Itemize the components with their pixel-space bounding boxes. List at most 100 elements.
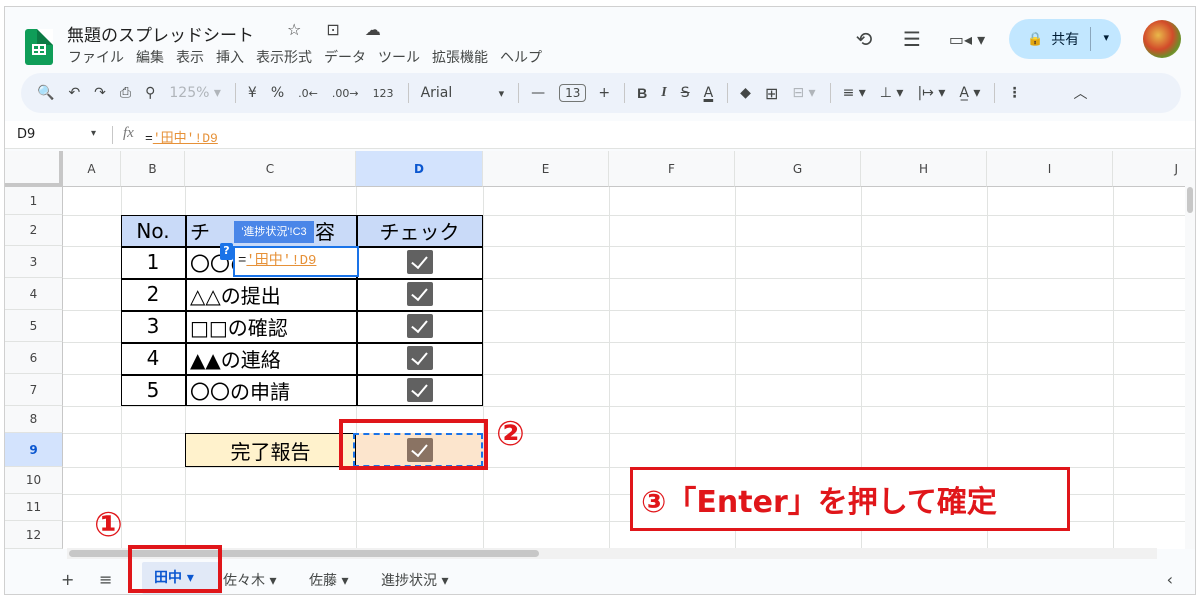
formula-help-icon[interactable]: ? bbox=[220, 243, 233, 260]
avatar[interactable] bbox=[1143, 20, 1181, 58]
cell-c7[interactable]: 〇〇の申請 bbox=[185, 374, 356, 406]
cell-b6[interactable]: 4 bbox=[121, 342, 185, 374]
italic-button[interactable]: I bbox=[661, 85, 666, 101]
row-header-4[interactable]: 4 bbox=[5, 278, 63, 310]
menu-file[interactable]: ファイル bbox=[67, 47, 125, 67]
font-dropdown-icon[interactable]: ▾ bbox=[499, 87, 505, 100]
row-header-7[interactable]: 7 bbox=[5, 374, 63, 406]
title-actions-icons[interactable]: ☆ ⊡ ☁ bbox=[287, 20, 391, 39]
scroll-tabs-icon[interactable]: ‹ bbox=[1167, 570, 1173, 589]
menu-extensions[interactable]: 拡張機能 bbox=[431, 47, 489, 67]
row-header-5[interactable]: 5 bbox=[5, 310, 63, 342]
menu-insert[interactable]: 挿入 bbox=[215, 47, 245, 67]
add-sheet-button[interactable]: + bbox=[61, 570, 74, 589]
row-header-6[interactable]: 6 bbox=[5, 342, 63, 374]
menu-tools[interactable]: ツール bbox=[377, 47, 421, 67]
zoom-select[interactable]: 125% ▾ bbox=[169, 85, 221, 101]
decrease-decimal-icon[interactable]: .0← bbox=[298, 87, 318, 100]
cell-d5[interactable] bbox=[356, 310, 483, 342]
column-header-c[interactable]: C bbox=[185, 151, 356, 187]
vertical-scrollbar[interactable] bbox=[1185, 151, 1195, 549]
cell-b4[interactable]: 2 bbox=[121, 278, 185, 310]
column-header-e[interactable]: E bbox=[483, 151, 609, 187]
strikethrough-button[interactable]: S bbox=[681, 85, 690, 101]
history-icon[interactable]: ⟲ bbox=[851, 27, 877, 51]
font-size-input[interactable]: 13 bbox=[559, 84, 587, 102]
fill-color-icon[interactable]: ◆ bbox=[740, 85, 751, 101]
redo-icon[interactable]: ↷ bbox=[94, 85, 106, 101]
cell-d2[interactable]: チェック bbox=[356, 215, 483, 246]
number-format-button[interactable]: 123 bbox=[373, 87, 394, 100]
paint-format-icon[interactable]: ⚲ bbox=[145, 85, 155, 101]
name-box[interactable]: D9 bbox=[17, 127, 35, 142]
cell-b3[interactable]: 1 bbox=[121, 246, 185, 278]
borders-icon[interactable]: ⊞ bbox=[765, 84, 778, 103]
search-icon[interactable]: 🔍 bbox=[37, 85, 54, 101]
checkbox-checked-icon[interactable] bbox=[406, 282, 433, 306]
print-icon[interactable]: ⎙ bbox=[120, 85, 131, 101]
checkbox-checked-icon[interactable] bbox=[406, 378, 433, 402]
font-size-decrease-button[interactable]: — bbox=[531, 85, 545, 101]
font-size-increase-button[interactable]: + bbox=[598, 85, 610, 101]
row-header-3[interactable]: 3 bbox=[5, 246, 63, 278]
sheet-tab-sasaki[interactable]: 佐々木 ▾ bbox=[223, 570, 276, 590]
text-wrap-icon[interactable]: |↦ ▾ bbox=[917, 85, 945, 101]
cell-editor-input[interactable]: ='田中'!D9 bbox=[233, 246, 359, 277]
undo-icon[interactable]: ↶ bbox=[68, 85, 80, 101]
scroll-thumb[interactable] bbox=[1187, 187, 1193, 213]
menu-format[interactable]: 表示形式 bbox=[255, 47, 313, 67]
horizontal-scrollbar[interactable] bbox=[67, 548, 1157, 559]
sheet-tab-progress[interactable]: 進捗状況 ▾ bbox=[381, 570, 448, 590]
cell-d6[interactable] bbox=[356, 342, 483, 374]
row-header-2[interactable]: 2 bbox=[5, 215, 63, 246]
bold-button[interactable]: B bbox=[637, 85, 647, 101]
menu-edit[interactable]: 編集 bbox=[135, 47, 165, 67]
share-button[interactable]: 🔒 共有 ▾ bbox=[1009, 19, 1121, 59]
vertical-align-icon[interactable]: ⊥ ▾ bbox=[880, 85, 904, 101]
checkbox-checked-icon[interactable] bbox=[406, 314, 433, 338]
menu-view[interactable]: 表示 bbox=[175, 47, 205, 67]
name-box-dropdown-icon[interactable]: ▾ bbox=[91, 128, 96, 139]
text-rotation-icon[interactable]: A̲ ▾ bbox=[959, 85, 980, 101]
row-header-12[interactable]: 12 bbox=[5, 521, 63, 549]
currency-icon[interactable]: ¥ bbox=[248, 85, 257, 101]
cell-b7[interactable]: 5 bbox=[121, 374, 185, 406]
sheets-logo[interactable] bbox=[25, 29, 53, 65]
all-sheets-icon[interactable]: ≡ bbox=[99, 570, 112, 589]
column-header-d[interactable]: D bbox=[356, 151, 483, 187]
meet-icon[interactable]: ▭◂ ▾ bbox=[947, 30, 987, 49]
row-header-8[interactable]: 8 bbox=[5, 406, 63, 433]
checkbox-checked-icon[interactable] bbox=[406, 250, 433, 274]
cell-d3[interactable] bbox=[356, 246, 483, 278]
column-header-h[interactable]: H bbox=[861, 151, 987, 187]
formula-input[interactable]: ='田中'!D9 bbox=[145, 127, 218, 146]
column-header-a[interactable]: A bbox=[63, 151, 121, 187]
sheet-tab-sato[interactable]: 佐藤 ▾ bbox=[309, 570, 348, 590]
cell-d7[interactable] bbox=[356, 374, 483, 406]
increase-decimal-icon[interactable]: .00→ bbox=[332, 87, 359, 100]
horizontal-align-icon[interactable]: ≡ ▾ bbox=[843, 85, 866, 101]
cell-d4[interactable] bbox=[356, 278, 483, 310]
checkbox-checked-icon[interactable] bbox=[406, 346, 433, 370]
menu-help[interactable]: ヘルプ bbox=[499, 47, 543, 67]
cell-b5[interactable]: 3 bbox=[121, 310, 185, 342]
cell-c6[interactable]: ▲▲の連絡 bbox=[185, 342, 356, 374]
percent-icon[interactable]: % bbox=[271, 85, 284, 101]
cell-b2[interactable]: No. bbox=[121, 215, 185, 246]
more-icon[interactable]: ⋮ bbox=[1007, 85, 1021, 101]
share-dropdown-icon[interactable]: ▾ bbox=[1103, 31, 1109, 44]
cell-c2[interactable]: チ bbox=[185, 215, 235, 246]
document-title[interactable]: 無題のスプレッドシート bbox=[67, 21, 254, 46]
column-header-g[interactable]: G bbox=[735, 151, 861, 187]
merge-cells-icon[interactable]: ⊟ ▾ bbox=[792, 85, 815, 101]
select-all-corner[interactable] bbox=[5, 151, 63, 187]
column-header-f[interactable]: F bbox=[609, 151, 735, 187]
menu-data[interactable]: データ bbox=[323, 47, 367, 67]
column-header-j[interactable]: J bbox=[1113, 151, 1185, 187]
collapse-toolbar-icon[interactable]: ︿ bbox=[1073, 83, 1087, 103]
cell-c4[interactable]: △△の提出 bbox=[185, 278, 356, 310]
column-header-i[interactable]: I bbox=[987, 151, 1113, 187]
cell-c9[interactable]: 完了報告 bbox=[185, 433, 356, 467]
cell-c5[interactable]: □□の確認 bbox=[185, 310, 356, 342]
comment-icon[interactable]: ☰ bbox=[899, 27, 925, 51]
